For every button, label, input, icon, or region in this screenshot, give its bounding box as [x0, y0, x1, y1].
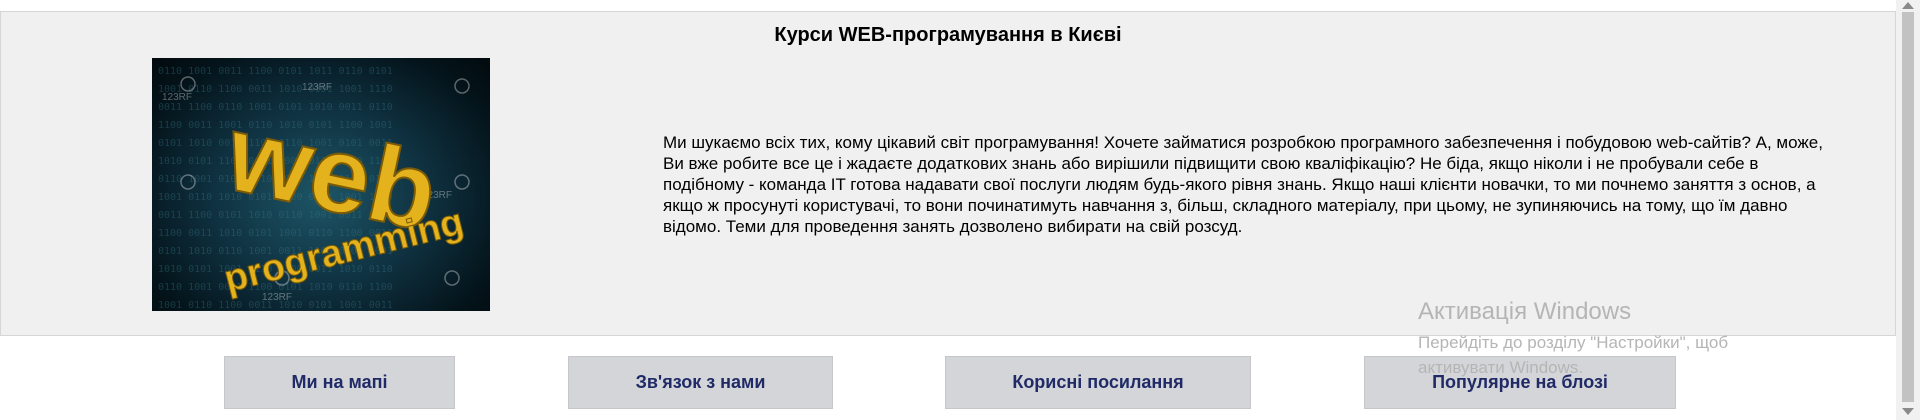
svg-text:123RF: 123RF — [302, 82, 332, 93]
useful-links-button[interactable]: Корисні посилання — [945, 356, 1251, 409]
watermark-subtitle: Перейдіть до розділу "Настройки", щоб ак… — [1418, 333, 1729, 377]
svg-text:123RF: 123RF — [262, 292, 292, 303]
windows-activation-watermark: Активація Windows Перейдіть до розділу "… — [1418, 298, 1778, 380]
scroll-thumb[interactable] — [1902, 12, 1914, 402]
svg-text:0110 1001 0011 1100 0101 1011: 0110 1001 0011 1100 0101 1011 0110 0101 — [158, 66, 393, 77]
web-programming-image: 0110 1001 0011 1100 0101 1011 0110 0101 … — [152, 58, 490, 311]
watermark-title: Активація Windows — [1418, 298, 1632, 325]
map-button[interactable]: Ми на мапі — [224, 356, 455, 409]
svg-text:123RF: 123RF — [162, 92, 192, 103]
scroll-down-arrow-icon[interactable] — [1902, 408, 1914, 415]
scroll-up-arrow-icon[interactable] — [1902, 2, 1914, 9]
vertical-scrollbar[interactable] — [1896, 0, 1920, 420]
contact-button[interactable]: Зв'язок з нами — [568, 356, 833, 409]
intro-paragraph: Ми шукаємо всіх тих, кому цікавий світ п… — [663, 133, 1823, 236]
page-title: Курси WEB-програмування в Києві — [774, 24, 1122, 46]
